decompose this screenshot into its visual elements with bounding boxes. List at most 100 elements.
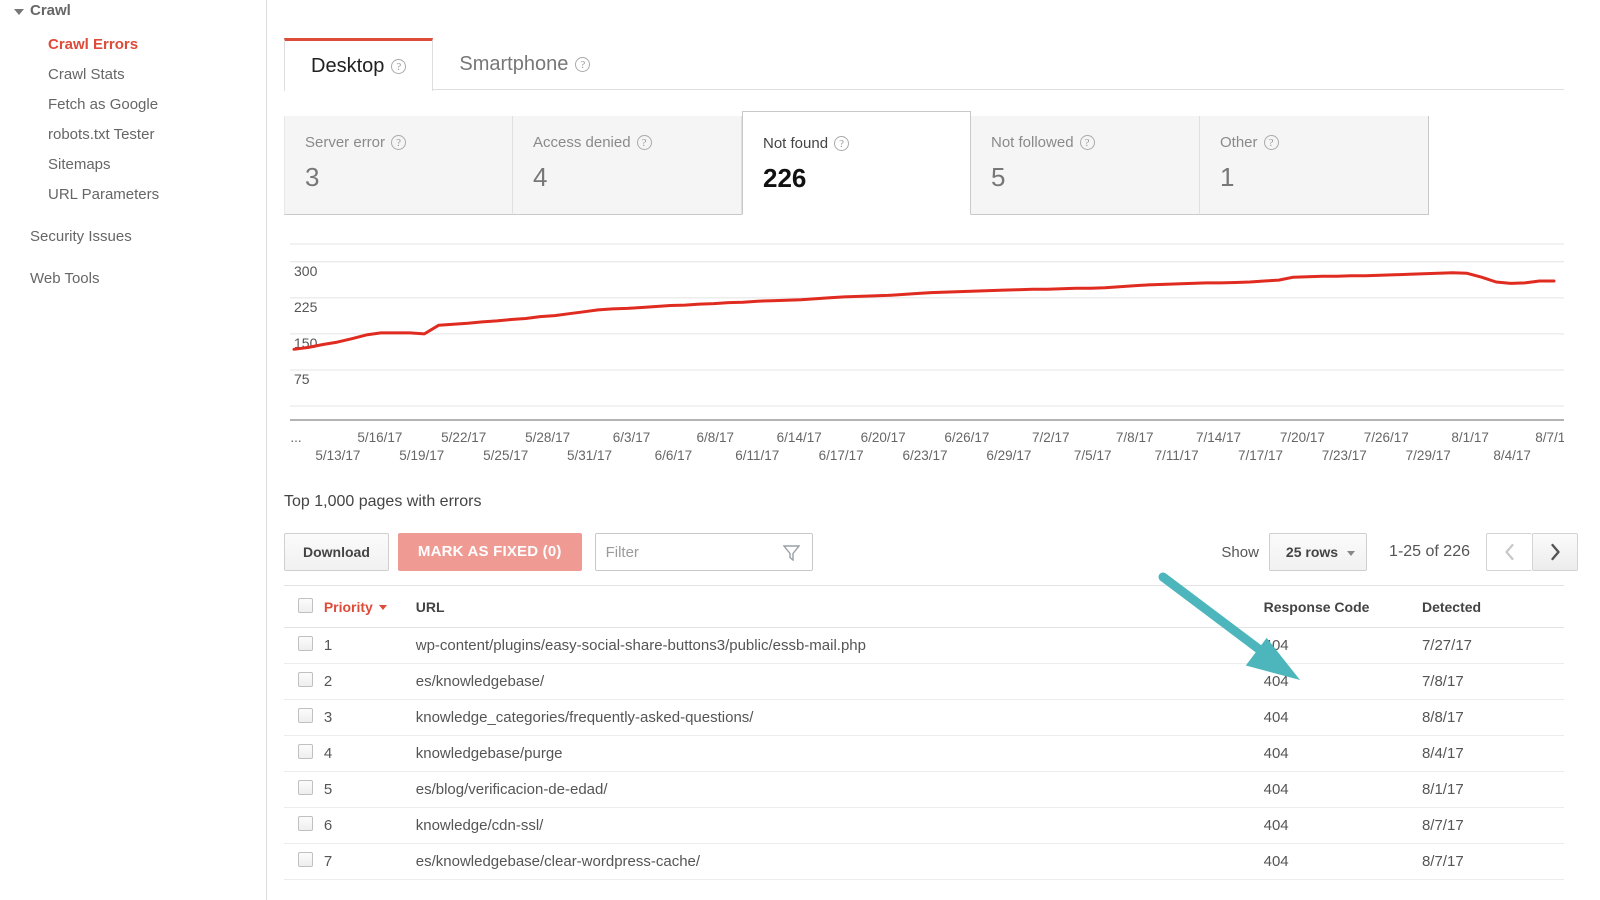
filter-box[interactable]: [595, 533, 813, 571]
card-title-row: Other ?: [1220, 134, 1428, 151]
row-checkbox[interactable]: [298, 780, 313, 795]
svg-text:6/20/17: 6/20/17: [861, 430, 906, 445]
chevron-right-icon: [1549, 543, 1562, 561]
chart-svg: 30022515075...5/16/175/22/175/28/176/3/1…: [284, 230, 1564, 475]
card-title: Not found: [763, 135, 828, 152]
cell-url[interactable]: es/knowledgebase/: [415, 664, 1263, 700]
help-circle-icon[interactable]: ?: [1080, 135, 1095, 150]
svg-text:6/3/17: 6/3/17: [613, 430, 651, 445]
row-select-cell: [284, 664, 323, 700]
svg-text:7/8/17: 7/8/17: [1116, 430, 1154, 445]
svg-text:75: 75: [294, 371, 310, 387]
table-row[interactable]: 2es/knowledgebase/4047/8/17: [284, 664, 1564, 700]
sidebar-item-security-issues[interactable]: Security Issues: [0, 222, 266, 252]
row-checkbox[interactable]: [298, 708, 313, 723]
sidebar-group-crawl[interactable]: Crawl: [0, 0, 266, 22]
table-row[interactable]: 5es/blog/verificacion-de-edad/4048/1/17: [284, 772, 1564, 808]
card-title: Other: [1220, 134, 1258, 151]
funnel-icon[interactable]: [783, 545, 800, 561]
cell-url[interactable]: wp-content/plugins/easy-social-share-but…: [415, 628, 1263, 664]
cell-detected: 8/7/17: [1421, 808, 1564, 844]
mark-as-fixed-button[interactable]: MARK AS FIXED (0): [398, 533, 582, 571]
help-circle-icon[interactable]: ?: [1264, 135, 1279, 150]
card-title: Server error: [305, 134, 385, 151]
cell-priority: 4: [323, 736, 415, 772]
card-title-row: Not found ?: [763, 135, 970, 152]
card-not-followed[interactable]: Not followed ? 5: [971, 116, 1200, 215]
column-header-detected[interactable]: Detected: [1421, 586, 1564, 628]
column-header-url[interactable]: URL: [415, 586, 1263, 628]
next-page-button[interactable]: [1532, 533, 1578, 571]
cell-response-code: 404: [1263, 808, 1421, 844]
card-other[interactable]: Other ? 1: [1200, 116, 1429, 215]
cell-url[interactable]: es/blog/verificacion-de-edad/: [415, 772, 1263, 808]
cell-url[interactable]: knowledge_categories/frequently-asked-qu…: [415, 700, 1263, 736]
table-row[interactable]: 1wp-content/plugins/easy-social-share-bu…: [284, 628, 1564, 664]
row-checkbox[interactable]: [298, 816, 313, 831]
cell-priority: 3: [323, 700, 415, 736]
errors-table: Priority URL Response Code Detected 1wp: [284, 585, 1564, 880]
card-value: 1: [1220, 164, 1428, 190]
card-server-error[interactable]: Server error ? 3: [284, 116, 513, 215]
svg-text:7/14/17: 7/14/17: [1196, 430, 1241, 445]
previous-page-button[interactable]: [1486, 533, 1532, 571]
column-header-label: Detected: [1422, 599, 1481, 615]
svg-text:5/28/17: 5/28/17: [525, 430, 570, 445]
card-value: 226: [763, 165, 970, 191]
tab-smartphone[interactable]: Smartphone ?: [433, 38, 616, 90]
sidebar-item-fetch-as-google[interactable]: Fetch as Google: [0, 90, 266, 120]
sidebar-item-label: Crawl Errors: [48, 36, 138, 53]
svg-text:6/8/17: 6/8/17: [697, 430, 735, 445]
help-circle-icon[interactable]: ?: [575, 57, 590, 72]
cell-detected: 8/7/17: [1421, 844, 1564, 880]
cell-url[interactable]: knowledgebase/purge: [415, 736, 1263, 772]
table-row[interactable]: 4knowledgebase/purge4048/4/17: [284, 736, 1564, 772]
select-all-checkbox[interactable]: [298, 598, 313, 613]
error-type-cards: Server error ? 3 Access denied ? 4 Not f…: [284, 116, 1429, 215]
column-header-response-code[interactable]: Response Code: [1263, 586, 1421, 628]
sidebar-item-label: Sitemaps: [48, 156, 111, 173]
sidebar-item-crawl-stats[interactable]: Crawl Stats: [0, 60, 266, 90]
help-circle-icon[interactable]: ?: [834, 136, 849, 151]
table-row[interactable]: 6knowledge/cdn-ssl/4048/7/17: [284, 808, 1564, 844]
row-checkbox[interactable]: [298, 852, 313, 867]
sidebar-item-label: robots.txt Tester: [48, 126, 154, 143]
svg-text:6/23/17: 6/23/17: [902, 448, 947, 463]
device-tabs: Desktop ? Smartphone ?: [284, 38, 1564, 90]
download-button[interactable]: Download: [284, 533, 389, 571]
card-title-row: Not followed ?: [991, 134, 1199, 151]
card-access-denied[interactable]: Access denied ? 4: [513, 116, 742, 215]
cell-url[interactable]: es/knowledgebase/clear-wordpress-cache/: [415, 844, 1263, 880]
chevron-left-icon: [1503, 543, 1516, 561]
sidebar-item-crawl-errors[interactable]: Crawl Errors: [0, 30, 266, 60]
svg-text:6/29/17: 6/29/17: [986, 448, 1031, 463]
svg-text:7/11/17: 7/11/17: [1155, 448, 1199, 463]
filter-input[interactable]: [596, 534, 776, 570]
sidebar-item-web-tools[interactable]: Web Tools: [0, 264, 266, 294]
help-circle-icon[interactable]: ?: [637, 135, 652, 150]
card-value: 4: [533, 164, 741, 190]
rows-per-page-select[interactable]: 25 rows: [1269, 533, 1367, 571]
cell-url[interactable]: knowledge/cdn-ssl/: [415, 808, 1263, 844]
tab-desktop[interactable]: Desktop ?: [284, 38, 433, 91]
sidebar-item-sitemaps[interactable]: Sitemaps: [0, 150, 266, 180]
column-header-priority[interactable]: Priority: [323, 586, 415, 628]
svg-text:8/7/17: 8/7/17: [1535, 430, 1564, 445]
cell-detected: 8/1/17: [1421, 772, 1564, 808]
table-row[interactable]: 7es/knowledgebase/clear-wordpress-cache/…: [284, 844, 1564, 880]
row-checkbox[interactable]: [298, 744, 313, 759]
help-circle-icon[interactable]: ?: [391, 135, 406, 150]
svg-text:7/29/17: 7/29/17: [1406, 448, 1451, 463]
svg-text:7/26/17: 7/26/17: [1364, 430, 1409, 445]
row-select-cell: [284, 772, 323, 808]
sidebar-item-robots-txt-tester[interactable]: robots.txt Tester: [0, 120, 266, 150]
card-not-found[interactable]: Not found ? 226: [742, 111, 971, 215]
svg-text:5/13/17: 5/13/17: [315, 448, 360, 463]
row-checkbox[interactable]: [298, 672, 313, 687]
help-circle-icon[interactable]: ?: [391, 59, 406, 74]
row-checkbox[interactable]: [298, 636, 313, 651]
chevron-down-icon: [1347, 551, 1355, 556]
cell-detected: 7/8/17: [1421, 664, 1564, 700]
table-row[interactable]: 3knowledge_categories/frequently-asked-q…: [284, 700, 1564, 736]
sidebar-item-url-parameters[interactable]: URL Parameters: [0, 180, 266, 210]
